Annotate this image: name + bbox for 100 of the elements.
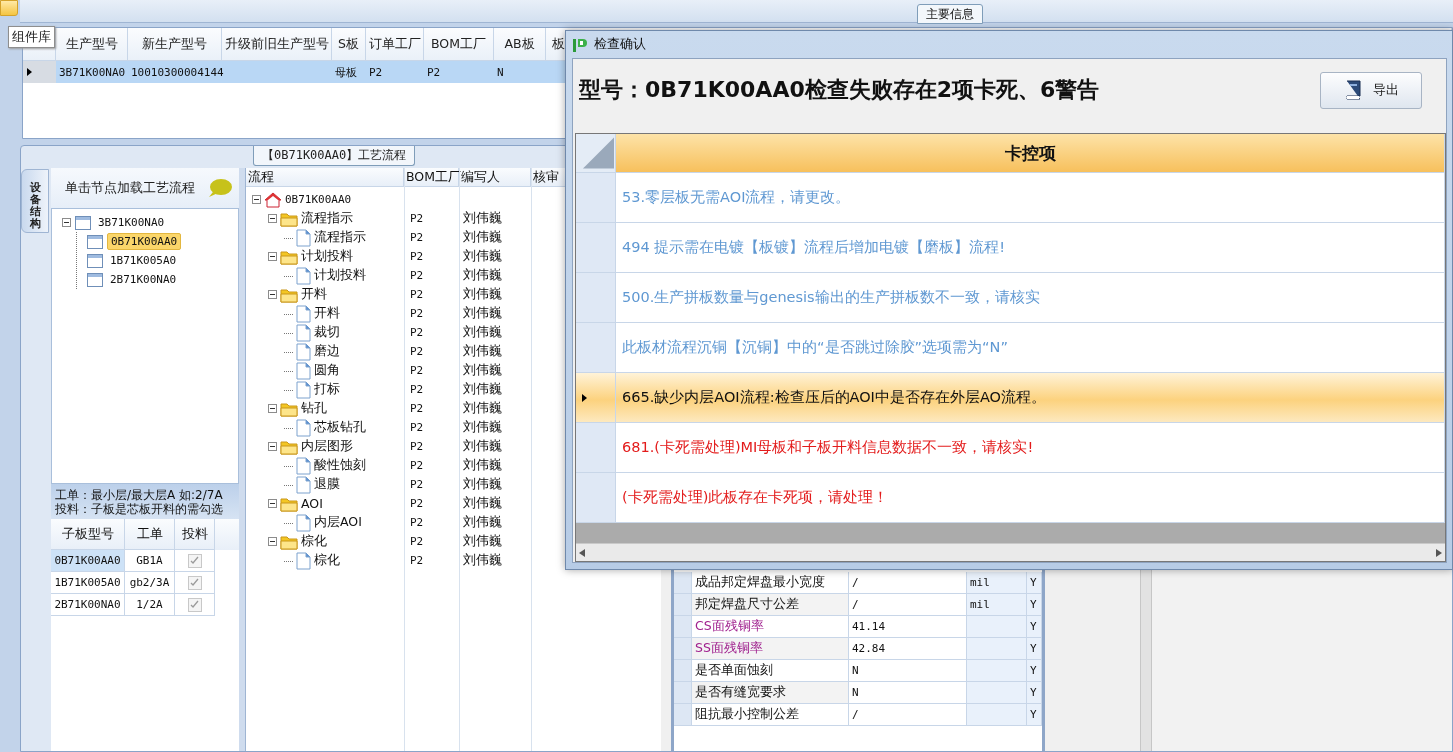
tree-item[interactable]: 圆角: [314, 362, 340, 379]
window-icon: [87, 234, 103, 249]
panel-tab[interactable]: 主要信息: [917, 4, 983, 24]
window-icon: [87, 272, 103, 287]
table-cell: [967, 704, 1027, 726]
column-header[interactable]: 工单: [125, 519, 175, 550]
table-cell-text: 刘伟巍: [462, 475, 503, 493]
document-icon: [296, 513, 311, 532]
column-header[interactable]: 卡控项: [616, 134, 1445, 173]
tree-item[interactable]: 开料: [314, 305, 340, 322]
folder-icon: [280, 495, 298, 512]
checkbox[interactable]: [187, 575, 202, 590]
tree-item[interactable]: 酸性蚀刻: [314, 457, 366, 474]
collapse-icon[interactable]: [268, 404, 277, 413]
table-cell-text: 刘伟巍: [462, 361, 503, 379]
table-cell-text: P2: [409, 325, 425, 341]
table-cell-text: 刘伟巍: [462, 513, 503, 531]
table-cell[interactable]: 1B71K005A0: [51, 572, 125, 594]
tree-item[interactable]: 退膜: [314, 476, 340, 493]
collapse-icon[interactable]: [268, 214, 277, 223]
tree-item[interactable]: 棕化: [314, 552, 340, 569]
tree-item[interactable]: 计划投料: [301, 248, 353, 265]
scroll-left-icon[interactable]: [579, 548, 585, 557]
tree-item[interactable]: 棕化: [301, 533, 327, 550]
tree-item[interactable]: 裁切: [314, 324, 340, 341]
tree-item[interactable]: 0B71K00AA0: [285, 193, 352, 206]
tree-item[interactable]: 流程指示: [314, 229, 366, 246]
tree-item[interactable]: 0B71K00AA0: [107, 233, 182, 250]
tree-item[interactable]: 开料: [301, 286, 327, 303]
table-cell-text: P2: [409, 439, 425, 455]
table-cell-text: 刘伟巍: [462, 551, 503, 569]
side-tab[interactable]: 设备结构: [21, 169, 49, 233]
tree-item[interactable]: AOI: [301, 496, 323, 511]
collapse-icon[interactable]: [252, 195, 261, 204]
flag-cell: Y: [1027, 616, 1042, 638]
collapse-icon[interactable]: [268, 499, 277, 508]
speech-bubble-icon[interactable]: [207, 178, 233, 198]
parameter-value[interactable]: N: [849, 660, 967, 682]
table-cell[interactable]: 2B71K00NA0: [51, 594, 125, 616]
tree-item[interactable]: 芯板钻孔: [314, 419, 366, 436]
collapse-icon[interactable]: [268, 290, 277, 299]
table-cell-text: N: [496, 64, 505, 81]
tree-item[interactable]: 钻孔: [301, 400, 327, 417]
tree-item[interactable]: 计划投料: [314, 267, 366, 284]
table-cell: GB1A: [125, 550, 175, 572]
parameter-value[interactable]: N: [849, 682, 967, 704]
table-cell-text: 刘伟巍: [462, 323, 503, 341]
table-cell-text: 刘伟巍: [462, 532, 503, 550]
menu-orb-button[interactable]: [0, 0, 18, 16]
tree-item[interactable]: 内层图形: [301, 438, 353, 455]
panel-title-tab[interactable]: 【0B71K00AA0】工艺流程: [253, 146, 416, 166]
collapse-icon[interactable]: [268, 442, 277, 451]
document-icon: [296, 551, 311, 570]
column-header[interactable]: 投料: [175, 519, 215, 550]
home-icon: [264, 191, 282, 208]
table-cell-text: P2: [409, 306, 425, 322]
collapse-icon[interactable]: [268, 252, 277, 261]
table-cell-text: P2: [409, 363, 425, 379]
document-icon: [296, 475, 311, 494]
tree-item[interactable]: 2B71K00NA0: [107, 272, 180, 287]
checkbox[interactable]: [187, 553, 202, 568]
table-cell: [967, 638, 1027, 660]
parameter-value[interactable]: /: [849, 572, 967, 594]
table-cell[interactable]: 0B71K00AA0: [51, 550, 125, 572]
table-cell-text: P2: [368, 64, 384, 81]
table-cell-text: 刘伟巍: [462, 418, 503, 436]
parameter-value[interactable]: /: [849, 704, 967, 726]
column-header[interactable]: 流程: [246, 168, 404, 186]
folder-icon: [280, 286, 298, 303]
scroll-right-icon[interactable]: [1436, 548, 1442, 557]
select-all-corner-icon[interactable]: [582, 136, 615, 170]
folder-icon: [280, 438, 298, 455]
table-cell-text: P2: [409, 515, 425, 531]
tree-item[interactable]: 内层AOI: [314, 514, 362, 531]
parameter-value[interactable]: 42.84: [849, 638, 967, 660]
tree-item[interactable]: 流程指示: [301, 210, 353, 227]
checkbox[interactable]: [187, 597, 202, 612]
export-button[interactable]: 导出: [1320, 71, 1422, 109]
parameter-value[interactable]: 41.14: [849, 616, 967, 638]
tree-item[interactable]: 1B71K005A0: [107, 253, 180, 268]
document-icon: [296, 342, 311, 361]
collapse-icon[interactable]: [268, 537, 277, 546]
app-icon: [572, 36, 588, 53]
tree-item[interactable]: 磨边: [314, 343, 340, 360]
table-cell: 1/2A: [125, 594, 175, 616]
table-cell: gb2/3A: [125, 572, 175, 594]
flag-cell: Y: [1027, 638, 1042, 660]
tree-item[interactable]: 打标: [314, 381, 340, 398]
document-icon: [296, 456, 311, 475]
table-cell-text: 刘伟巍: [462, 437, 503, 455]
column-header[interactable]: 编写人: [459, 168, 531, 186]
flag-cell: Y: [1027, 572, 1042, 594]
table-cell-text: 10010300004144: [130, 64, 222, 81]
parameter-value[interactable]: /: [849, 594, 967, 616]
flag-cell: Y: [1027, 594, 1042, 616]
table-cell-text: 刘伟巍: [462, 285, 503, 303]
collapse-icon[interactable]: [62, 218, 71, 227]
document-icon: [296, 304, 311, 323]
table-cell: [967, 616, 1027, 638]
tree-item[interactable]: 3B71K00NA0: [95, 215, 168, 230]
